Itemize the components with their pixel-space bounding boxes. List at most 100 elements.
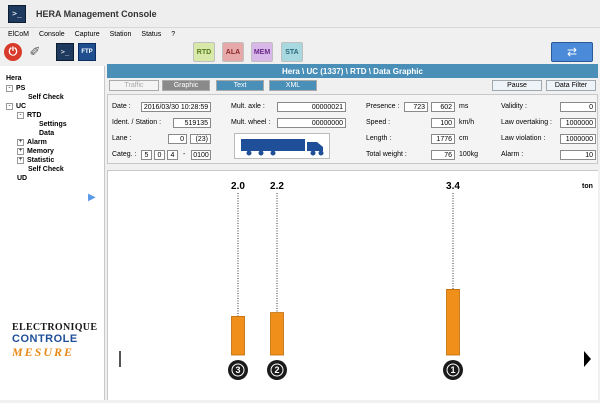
power-icon[interactable]: ⏻	[4, 43, 22, 61]
mult-axle-field: 00000021	[277, 102, 346, 112]
ala-module-button[interactable]: ALA	[222, 42, 244, 62]
categ-code-field: 0100	[191, 150, 211, 160]
law-violation-field: 1000000	[560, 134, 596, 144]
menu-elcom[interactable]: ElCoM	[0, 31, 34, 38]
law-violation-label: Law violation :	[501, 135, 546, 142]
menu-station[interactable]: Station	[105, 31, 137, 38]
truck-wheel	[270, 150, 276, 156]
date-field: 2016/03/30 10:28:59	[141, 102, 211, 112]
sta-module-button[interactable]: STA	[281, 42, 303, 62]
presence-label: Presence :	[366, 103, 400, 110]
axle-weight-bar	[446, 289, 460, 356]
categ-separator: -	[183, 151, 186, 158]
axle-weight-bar	[270, 312, 284, 356]
length-field: 1776	[431, 134, 455, 144]
ident-field: 519135	[173, 118, 211, 128]
truck-trailer	[241, 139, 305, 151]
tree-item-ud[interactable]: UD	[17, 175, 27, 182]
tree-item-data[interactable]: Data	[39, 130, 54, 137]
categ-field-1: 5	[141, 150, 152, 160]
axle-weight-label: 2.0	[231, 181, 245, 192]
weight-unit: 100kg	[459, 151, 479, 158]
rtd-module-button[interactable]: RTD	[193, 42, 215, 62]
mult-axle-label: Mult. axle :	[231, 103, 265, 110]
collapse-toggle[interactable]: -	[17, 112, 24, 119]
tree-item-statistic[interactable]: + Statistic	[17, 157, 54, 164]
axle-weight-label: 2.2	[270, 181, 284, 192]
speed-label: Speed :	[366, 119, 391, 126]
truck-icon	[234, 133, 330, 159]
tree-item-ps[interactable]: - PS	[6, 85, 25, 92]
lane-label: Lane :	[112, 135, 132, 142]
lane-code-field: (23)	[190, 134, 211, 144]
axle-weight-bar	[231, 316, 245, 356]
tree-item-memory[interactable]: + Memory	[17, 148, 54, 155]
truck-wheel	[318, 150, 324, 156]
tree-item-alarm[interactable]: + Alarm	[17, 139, 47, 146]
lane-field: 0	[168, 134, 187, 144]
scroll-right-arrow[interactable]	[584, 351, 591, 367]
tab-xml[interactable]: XML	[269, 80, 317, 91]
axle-weight-chart: ton 2.0 3 2.2 2 3.4 1	[107, 170, 598, 400]
presence-field-2: 602	[431, 102, 455, 112]
console-prompt-icon: >_	[8, 4, 26, 23]
collapse-toggle[interactable]: -	[6, 103, 13, 110]
truck-cab	[307, 142, 323, 151]
alarm-field: 10	[560, 150, 596, 160]
console-button[interactable]: >_	[56, 43, 74, 61]
truck-wheel	[310, 150, 316, 156]
unit-label: ton	[582, 183, 593, 190]
company-logo: ELECTRONIQUE CONTROLE MESURE	[12, 322, 97, 360]
tree-item-uc[interactable]: - UC	[6, 103, 26, 110]
validity-label: Validity :	[501, 103, 527, 110]
toolbar: ⏻ ✐ >_ FTP RTD ALA MEM STA ⇄	[0, 40, 600, 64]
weight-field: 76	[431, 150, 455, 160]
scroll-left-handle[interactable]	[119, 351, 121, 367]
menu-help[interactable]: ?	[166, 31, 180, 38]
categ-field-3: 4	[167, 150, 178, 160]
expand-toggle[interactable]: +	[17, 148, 24, 155]
pause-button[interactable]: Pause	[492, 80, 542, 91]
categ-label: Categ. :	[112, 151, 137, 158]
alarm-label: Alarm :	[501, 151, 524, 158]
probe-icon[interactable]: ✐	[26, 43, 44, 61]
weight-label: Total weight :	[366, 151, 407, 158]
expand-toggle[interactable]: +	[17, 139, 24, 146]
presence-unit: ms	[459, 103, 469, 110]
menu-status[interactable]: Status	[136, 31, 166, 38]
truck-wheel	[258, 150, 264, 156]
tab-traffic[interactable]: Traffic	[109, 80, 159, 91]
refresh-icon[interactable]: ⇄	[551, 42, 593, 62]
mem-module-button[interactable]: MEM	[251, 42, 273, 62]
logo-line-3: MESURE	[12, 345, 75, 359]
collapse-sidebar-icon[interactable]: ▶	[88, 192, 96, 203]
tree-item-hera[interactable]: Hera	[6, 75, 22, 82]
tab-graphic[interactable]: Graphic	[162, 80, 210, 91]
tree-item-rtd[interactable]: - RTD	[17, 112, 41, 119]
length-label: Length :	[366, 135, 392, 142]
law-overtaking-label: Law overtaking :	[501, 119, 552, 126]
ftp-button[interactable]: FTP	[78, 43, 96, 61]
tab-text[interactable]: Text	[216, 80, 264, 91]
mult-wheel-field: 00000000	[277, 118, 346, 128]
tree-item-settings[interactable]: Settings	[39, 121, 67, 128]
data-filter-button[interactable]: Data Filter	[546, 80, 596, 91]
axle-weight-label: 3.4	[446, 181, 460, 192]
date-label: Date :	[112, 103, 131, 110]
ident-label: Ident. / Station :	[112, 119, 162, 126]
window-title: HERA Management Console	[36, 8, 157, 19]
tree-item-uc-self-check[interactable]: Self Check	[28, 166, 64, 173]
collapse-toggle[interactable]: -	[6, 85, 13, 92]
tree-item-ps-self-check[interactable]: Self Check	[28, 94, 64, 101]
categ-field-2: 0	[154, 150, 165, 160]
axle-number: 1	[450, 365, 455, 375]
vehicle-info-panel: Date : 2016/03/30 10:28:59 Ident. / Stat…	[107, 94, 598, 164]
logo-line-2: CONTROLE	[12, 333, 78, 345]
presence-field-1: 723	[404, 102, 428, 112]
menu-console[interactable]: Console	[34, 31, 70, 38]
expand-toggle[interactable]: +	[17, 157, 24, 164]
validity-field: 0	[560, 102, 596, 112]
truck-wheel	[246, 150, 252, 156]
menu-capture[interactable]: Capture	[70, 31, 105, 38]
mult-wheel-label: Mult. wheel :	[231, 119, 271, 126]
